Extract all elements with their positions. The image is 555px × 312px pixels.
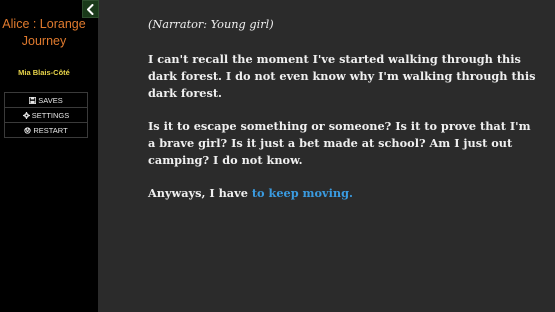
restart-button[interactable]: RESTART — [4, 122, 88, 138]
save-icon — [29, 96, 37, 104]
narrator-line: (Narrator: Young girl) — [148, 18, 274, 31]
saves-label: SAVES — [38, 95, 63, 105]
game-title: Alice : Lorange Journey — [2, 17, 86, 48]
restart-label: RESTART — [33, 125, 68, 135]
sidebar-menu: SAVES SETTINGS RESTART — [4, 92, 88, 138]
settings-label: SETTINGS — [31, 110, 70, 120]
chevron-left-icon — [87, 3, 94, 15]
gear-icon — [22, 111, 30, 119]
story-paragraph-final: Anyways, I have to keep moving. — [148, 185, 536, 202]
keep-moving-link[interactable]: to keep moving. — [252, 186, 353, 200]
story-passage: (Narrator: Young girl) I can't recall th… — [148, 16, 536, 218]
story-paragraph: Is it to escape something or someone? Is… — [148, 119, 531, 167]
story-text: Anyways, I have — [148, 186, 252, 200]
story-paragraph: I can't recall the moment I've started w… — [148, 52, 536, 100]
saves-button[interactable]: SAVES — [4, 92, 88, 107]
settings-button[interactable]: SETTINGS — [4, 107, 88, 122]
sidebar: Alice : Lorange Journey Mia Blais-Côté S… — [0, 0, 99, 312]
author-name: Mia Blais-Côté — [18, 68, 70, 77]
power-icon — [24, 126, 31, 134]
